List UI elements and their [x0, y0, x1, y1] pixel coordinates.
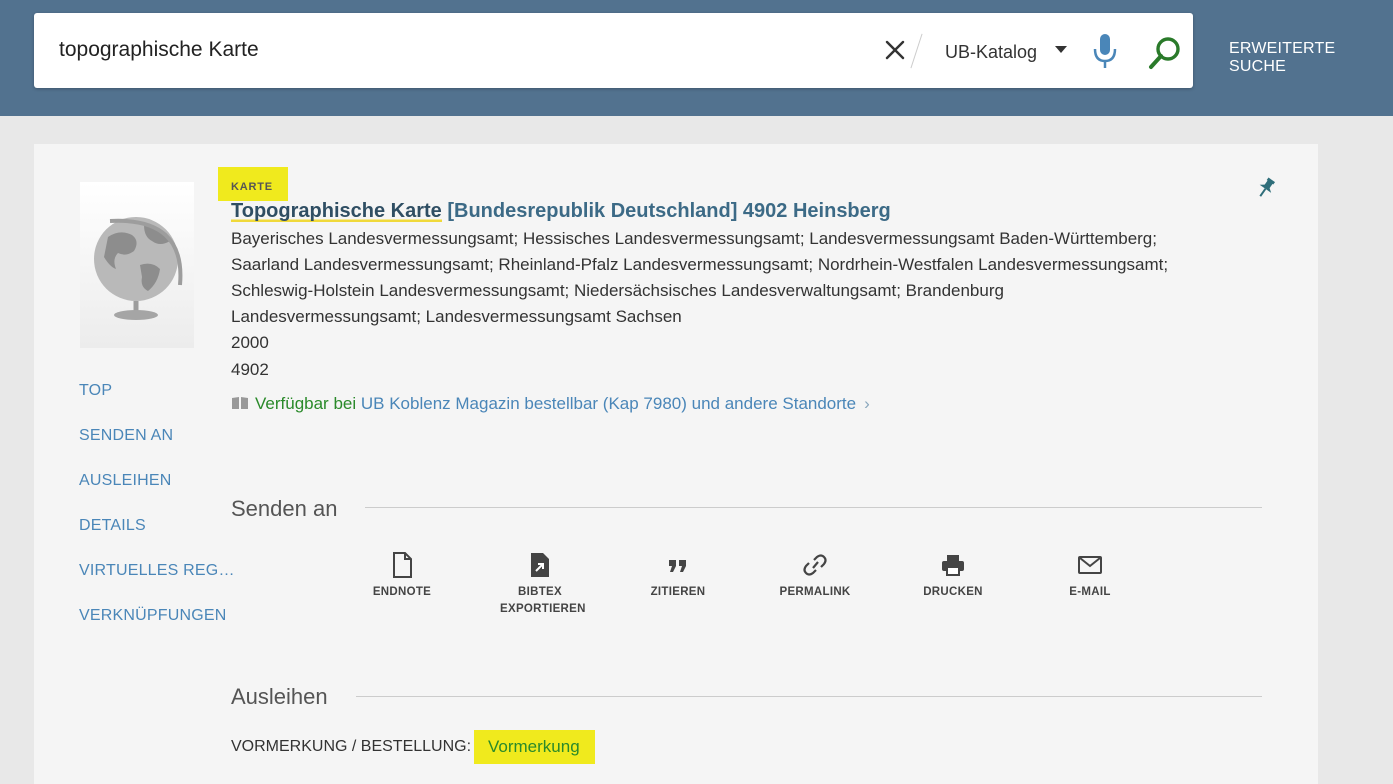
- section-divider: [356, 696, 1262, 697]
- record-year: 2000: [231, 333, 269, 352]
- close-icon[interactable]: [882, 37, 908, 63]
- availability-location[interactable]: Magazin bestellbar (Kap 7980) und andere…: [455, 394, 856, 413]
- bibtex-label: BIBTEX EXPORTIEREN: [500, 586, 586, 615]
- print-button[interactable]: DRUCKEN: [898, 552, 1008, 601]
- export-file-icon: [531, 553, 549, 577]
- record-authors-line: Bayerisches Landesvermessungsamt; Hessis…: [231, 229, 1157, 248]
- availability-line[interactable]: Verfügbar bei UB Koblenz Magazin bestell…: [231, 394, 870, 414]
- record-authors-line: Schleswig-Holstein Landesvermessungsamt;…: [231, 281, 1004, 300]
- resource-type-label: KARTE: [231, 181, 273, 193]
- pin-icon[interactable]: [1256, 177, 1276, 199]
- reserve-button-label[interactable]: Vormerkung: [488, 737, 580, 757]
- nav-top[interactable]: TOP: [79, 382, 112, 400]
- search-divider: [910, 33, 923, 69]
- mail-icon: [1078, 556, 1102, 574]
- document-icon: [393, 552, 412, 578]
- record-thumbnail: [80, 182, 194, 348]
- globe-icon: [94, 217, 183, 320]
- record-title[interactable]: Topographische Karte [Bundesrepublik Deu…: [231, 200, 891, 223]
- top-bar: topographische Karte UB-Katalog ERWEITER…: [0, 0, 1393, 116]
- record-title-main[interactable]: Topographische Karte: [231, 200, 442, 222]
- endnote-label: ENDNOTE: [372, 586, 432, 598]
- record-title-rest[interactable]: [Bundesrepublik Deutschland] 4902 Heinsb…: [442, 200, 890, 222]
- record-authors-line: Saarland Landesvermessungsamt; Rheinland…: [231, 255, 1169, 274]
- search-scope-select[interactable]: UB-Katalog: [945, 42, 1037, 63]
- record-authors-line: Landesvermessungsamt; Landesvermessungsa…: [231, 307, 682, 326]
- send-section-title: Senden an: [231, 496, 338, 521]
- search-icon[interactable]: [1147, 35, 1183, 71]
- chevron-right-icon[interactable]: ›: [864, 394, 870, 413]
- search-box[interactable]: topographische Karte UB-Katalog: [34, 13, 1193, 88]
- cite-label: ZITIEREN: [650, 586, 706, 598]
- book-icon: [232, 397, 248, 409]
- loan-section-title: Ausleihen: [231, 684, 328, 709]
- bibtex-export-button[interactable]: BIBTEX EXPORTIEREN: [485, 552, 595, 618]
- record-number: 4902: [231, 360, 269, 379]
- nav-send-to[interactable]: SENDEN AN: [79, 427, 173, 445]
- microphone-icon[interactable]: [1092, 33, 1118, 69]
- section-divider: [365, 507, 1262, 508]
- printer-icon: [942, 555, 964, 576]
- permalink-button[interactable]: PERMALINK: [760, 552, 870, 601]
- email-label: E-MAIL: [1069, 586, 1111, 598]
- availability-status: Verfügbar bei: [255, 394, 357, 413]
- search-input[interactable]: topographische Karte: [59, 38, 259, 62]
- email-button[interactable]: E-MAIL: [1035, 552, 1145, 601]
- reserve-label: VORMERKUNG / BESTELLUNG:: [231, 738, 472, 755]
- print-label: DRUCKEN: [923, 586, 983, 598]
- record-card: TOP SENDEN AN AUSLEIHEN DETAILS VIRTUELL…: [34, 144, 1318, 784]
- resource-type-badge: KARTE: [218, 167, 288, 201]
- advanced-search-link[interactable]: ERWEITERTE SUCHE: [1229, 40, 1393, 76]
- nav-details[interactable]: DETAILS: [79, 517, 146, 535]
- endnote-button[interactable]: ENDNOTE: [347, 552, 457, 601]
- nav-links[interactable]: VERKNÜPFUNGEN: [79, 607, 227, 625]
- reserve-button[interactable]: Vormerkung: [474, 730, 595, 764]
- permalink-label: PERMALINK: [779, 586, 851, 598]
- cite-button[interactable]: ZITIEREN: [623, 552, 733, 601]
- availability-library[interactable]: UB Koblenz: [361, 394, 451, 413]
- link-icon: [803, 554, 827, 576]
- quote-icon: [669, 560, 686, 572]
- nav-loan[interactable]: AUSLEIHEN: [79, 472, 172, 490]
- chevron-down-icon[interactable]: [1055, 46, 1067, 53]
- nav-virtual-shelf[interactable]: VIRTUELLES REG…: [79, 562, 235, 580]
